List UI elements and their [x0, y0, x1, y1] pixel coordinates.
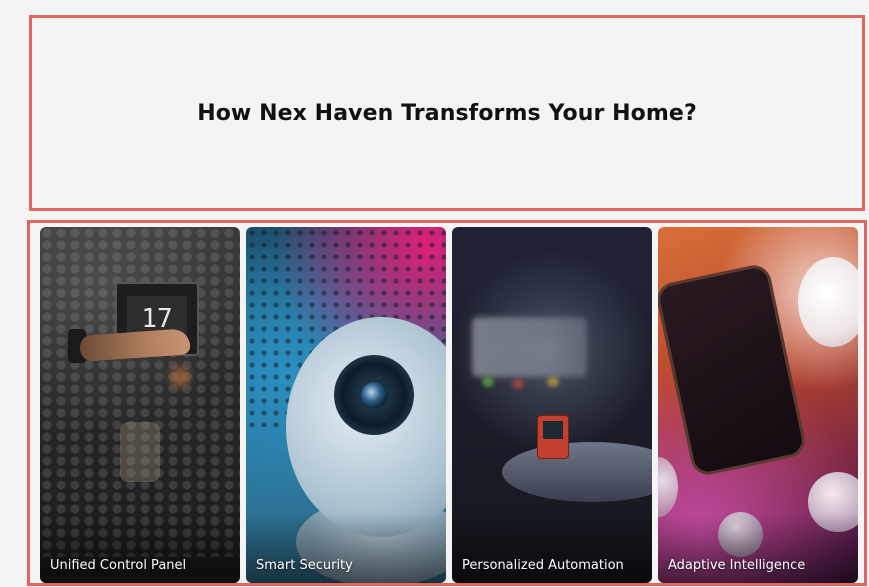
feature-card-unified-control-panel[interactable]: 17 Unified Control Panel — [40, 227, 240, 583]
hero-section: How Nex Haven Transforms Your Home? — [29, 15, 865, 211]
feature-card-adaptive-intelligence[interactable]: Adaptive Intelligence — [658, 227, 858, 583]
feature-card-smart-security[interactable]: Smart Security — [246, 227, 446, 583]
feature-card-label: Personalized Automation — [462, 558, 624, 573]
features-grid: 17 Unified Control Panel Smart Security — [27, 220, 867, 586]
page: How Nex Haven Transforms Your Home? 17 U… — [0, 0, 869, 587]
feature-card-personalized-automation[interactable]: Personalized Automation — [452, 227, 652, 583]
feature-card-label: Smart Security — [256, 558, 353, 573]
feature-card-label: Unified Control Panel — [50, 558, 187, 573]
feature-card-label: Adaptive Intelligence — [668, 558, 806, 573]
hero-title: How Nex Haven Transforms Your Home? — [197, 100, 697, 126]
